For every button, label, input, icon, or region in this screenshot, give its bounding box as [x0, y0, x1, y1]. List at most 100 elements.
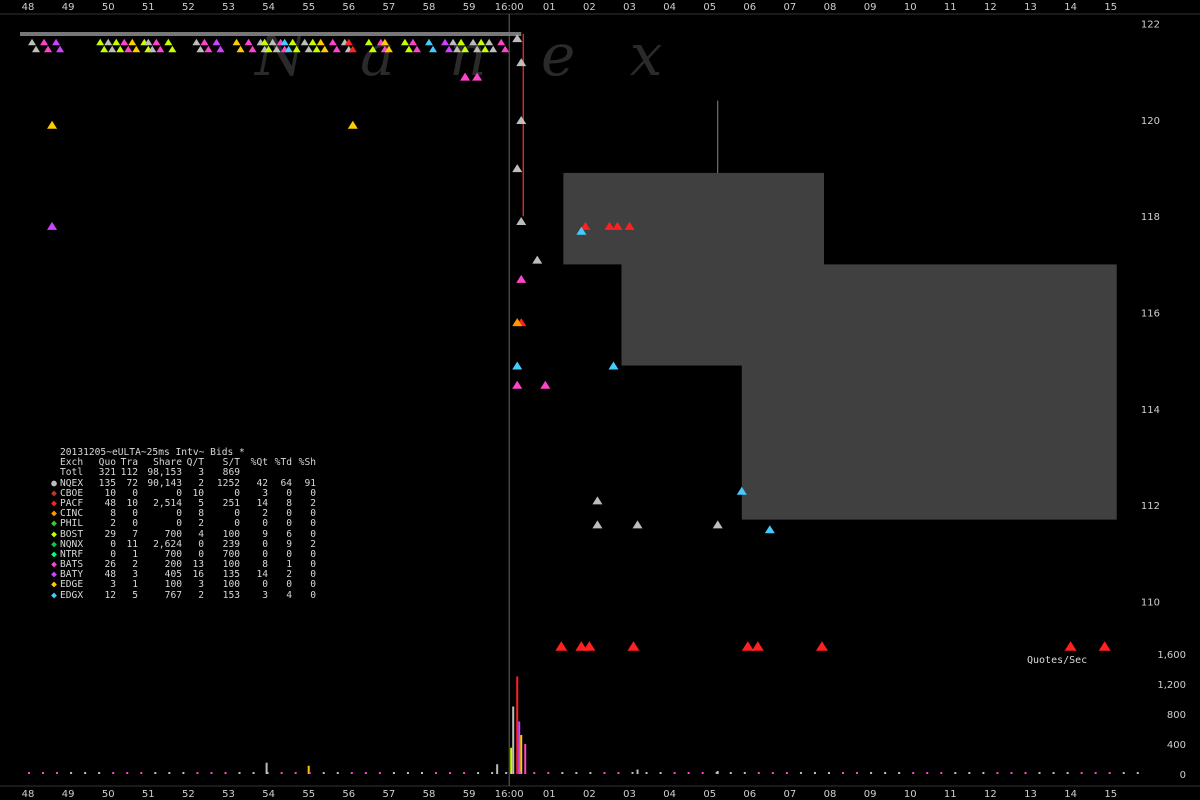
- nbb-change-marker: [751, 641, 764, 651]
- legend-cell: EDGX: [60, 589, 84, 601]
- x-tick-top: 11: [944, 2, 957, 13]
- rate-baseline-tick: [42, 772, 45, 774]
- legend-cell: 0: [310, 589, 316, 601]
- x-tick-top: 58: [423, 2, 436, 13]
- legend-cell: 0: [132, 518, 138, 530]
- rate-baseline-tick: [547, 772, 550, 774]
- rate-bar-nqex: [636, 769, 639, 774]
- rate-baseline-tick: [378, 772, 381, 774]
- band-quote-bats: [44, 45, 53, 53]
- x-tick-bottom: 01: [543, 789, 556, 800]
- nbb-regions: [522, 34, 1117, 520]
- rate-baseline-tick: [1024, 772, 1027, 774]
- rate-baseline-tick: [856, 772, 859, 774]
- rate-baseline-tick: [729, 772, 732, 774]
- band-quote-bats: [120, 38, 129, 46]
- rate-baseline-tick: [575, 772, 578, 774]
- band-quote-bost: [96, 38, 105, 46]
- rate-baseline-tick: [364, 772, 367, 774]
- nbb-change-marker: [741, 641, 754, 651]
- rate-baseline-tick: [238, 772, 241, 774]
- rate-baseline-tick: [940, 772, 943, 774]
- rate-baseline-tick: [196, 772, 199, 774]
- x-tick-bottom: 03: [623, 789, 636, 800]
- x-tick-bottom: 13: [1024, 789, 1037, 800]
- legend-row-edgx: ◆ EDGX 12 5 767 2 153 3 4 0: [48, 589, 316, 601]
- legend-cell: 2: [198, 518, 204, 530]
- rate-baseline-tick: [673, 772, 676, 774]
- rate-baseline-tick: [420, 772, 423, 774]
- rate-bar-bats: [524, 744, 527, 774]
- rate-baseline-tick: [308, 772, 311, 774]
- price-tick: 112: [1141, 501, 1160, 512]
- rate-baseline-tick: [154, 772, 157, 774]
- x-tick-bottom: 14: [1064, 789, 1077, 800]
- price-tick: 118: [1141, 212, 1160, 223]
- band-quote-bats: [244, 38, 253, 46]
- rate-baseline-tick: [28, 772, 30, 774]
- x-tick-top: 16:00: [495, 2, 524, 13]
- exchange-legend: 20131205~eULTA~25ms Intv~ Bids * Exch Quo…: [48, 447, 316, 601]
- rate-tick: 0: [1180, 770, 1186, 781]
- rate-baseline-tick: [322, 772, 325, 774]
- rate-baseline-tick: [912, 772, 915, 774]
- rate-baseline-tick: [112, 772, 115, 774]
- x-tick-top: 03: [623, 2, 636, 13]
- band-quote-bats: [124, 45, 133, 53]
- rate-baseline-tick: [982, 772, 985, 774]
- quote-nqex: [592, 496, 603, 505]
- band-quote-nqex: [104, 38, 113, 46]
- nbb-region: [741, 360, 824, 520]
- rate-baseline-tick: [813, 772, 816, 774]
- x-tick-bottom: 04: [663, 789, 676, 800]
- quote-nqex: [592, 520, 603, 529]
- x-tick-bottom: 50: [102, 789, 115, 800]
- rate-baseline-tick: [336, 772, 339, 774]
- x-tick-bottom: 58: [423, 789, 436, 800]
- rate-baseline-tick: [631, 772, 634, 774]
- x-tick-top: 59: [463, 2, 476, 13]
- legend-cell: 153: [222, 589, 240, 601]
- nbb-change-marker: [627, 641, 640, 651]
- quote-edgx: [608, 361, 619, 370]
- rate-baseline-tick: [70, 772, 73, 774]
- legend-cell: 12: [104, 589, 116, 601]
- rate-baseline-tick: [968, 772, 971, 774]
- rate-baseline-tick: [252, 772, 255, 774]
- legend-row-nqnx: ◆ NQNX 0 11 2,624 0 239 0 9 2: [48, 539, 316, 550]
- band-quote-bost: [116, 45, 125, 53]
- rate-bar-nqex: [496, 764, 499, 774]
- x-tick-top: 01: [543, 2, 556, 13]
- x-tick-bottom: 53: [222, 789, 235, 800]
- quote-nqex: [516, 115, 527, 124]
- x-tick-bottom: 56: [342, 789, 355, 800]
- nbb-change-marker: [1064, 641, 1077, 651]
- band-quote-bost: [100, 45, 109, 53]
- band-quote-nqex: [196, 45, 205, 53]
- x-tick-bottom: 15: [1104, 789, 1117, 800]
- legend-row-nqex: ● NQEX 135 72 90,143 2 1252 42 64 91: [48, 478, 316, 489]
- band-quote-bats: [156, 45, 165, 53]
- price-tick: 122: [1141, 20, 1160, 31]
- x-tick-bottom: 51: [142, 789, 155, 800]
- rate-baseline-tick: [926, 772, 929, 774]
- rate-baseline-tick: [168, 772, 171, 774]
- quote-bats: [540, 380, 551, 389]
- x-tick-bottom: 10: [904, 789, 917, 800]
- quote-bats: [516, 274, 527, 283]
- quote-nqex: [516, 217, 527, 226]
- rate-baseline-tick: [870, 772, 873, 774]
- rate-baseline-tick: [827, 772, 830, 774]
- rate-baseline-tick: [140, 772, 143, 774]
- rate-baseline-tick: [898, 772, 901, 774]
- legend-cell: %Td: [274, 457, 292, 469]
- band-quote-bats: [200, 38, 209, 46]
- rate-baseline-tick: [771, 772, 774, 774]
- x-tick-top: 13: [1024, 2, 1037, 13]
- x-tick-top: 04: [663, 2, 676, 13]
- band-quote-bats: [40, 38, 49, 46]
- rate-baseline-tick: [996, 772, 999, 774]
- quote-edge: [347, 120, 358, 129]
- rate-baseline-tick: [477, 772, 480, 774]
- nbb-change-marker: [583, 641, 596, 651]
